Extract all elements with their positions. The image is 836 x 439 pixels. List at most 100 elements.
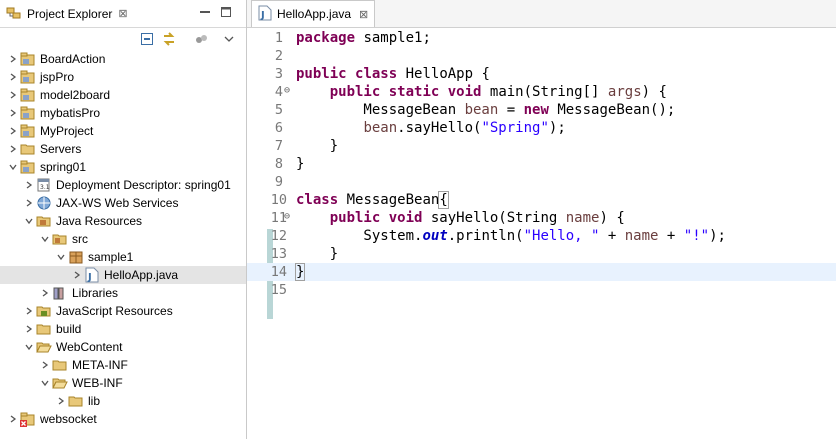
link-with-editor-icon[interactable] (161, 31, 177, 47)
tree-item-model2board[interactable]: model2board (0, 86, 246, 104)
chevron-right-icon[interactable] (8, 410, 18, 428)
chevron-down-icon[interactable] (40, 374, 50, 392)
line-number: 8 (274, 156, 283, 172)
tree-item-label: model2board (40, 88, 111, 102)
chevron-down-icon[interactable] (8, 158, 18, 176)
line-number: 13 (270, 246, 287, 262)
line-number: 5 (274, 102, 283, 118)
tree-item-label: jspPro (40, 70, 75, 84)
chevron-right-icon[interactable] (24, 320, 34, 338)
tree-item-label: Servers (40, 142, 82, 156)
code-text: package sample1; (296, 30, 431, 46)
tree-item-spring01[interactable]: spring01 (0, 158, 246, 176)
libraries-icon (52, 285, 68, 301)
line-number: 9 (274, 174, 283, 190)
code-line: 10 class MessageBean{ (247, 191, 836, 209)
tree-item-label: HelloApp.java (104, 268, 179, 282)
project-explorer-tabbar: Project Explorer ⊠ (0, 0, 246, 28)
chevron-right-icon[interactable] (24, 302, 34, 320)
svg-text:J: J (87, 272, 92, 283)
tree-item-java-resources[interactable]: Java Resources (0, 212, 246, 230)
code-line: 8} (247, 155, 836, 173)
chevron-right-icon[interactable] (8, 68, 18, 86)
tree-item-boardaction[interactable]: BoardAction (0, 50, 246, 68)
line-number: 2 (274, 48, 283, 64)
project-icon (20, 87, 36, 103)
chevron-right-icon[interactable] (8, 50, 18, 68)
tree-item-label: Libraries (72, 286, 119, 300)
tree-item-label: build (56, 322, 82, 336)
tree-item-mybatispro[interactable]: mybatisPro (0, 104, 246, 122)
code-line: 3 public class HelloApp { (247, 65, 836, 83)
maximize-icon[interactable] (220, 6, 232, 18)
line-number: 1 (274, 30, 283, 46)
chevron-right-icon[interactable] (8, 140, 18, 158)
code-text: public class HelloApp { (296, 66, 490, 82)
chevron-down-icon[interactable] (221, 31, 237, 47)
collapse-all-icon[interactable] (139, 31, 155, 47)
folder-open-icon (36, 339, 52, 355)
chevron-right-icon[interactable] (24, 176, 34, 194)
tree-item-deployment-descriptor-spring01[interactable]: 3.1 Deployment Descriptor: spring01 (0, 176, 246, 194)
code-text: } (296, 138, 339, 154)
tree-item-sample1[interactable]: sample1 (0, 248, 246, 266)
tree-item-helloapp-java[interactable]: J HelloApp.java (0, 266, 246, 284)
tree-item-label: Deployment Descriptor: spring01 (56, 178, 231, 192)
folder-icon (36, 321, 52, 337)
tree-item-lib[interactable]: lib (0, 392, 246, 410)
tree-item-web-inf[interactable]: WEB-INF (0, 374, 246, 392)
tree-item-webcontent[interactable]: WebContent (0, 338, 246, 356)
code-editor[interactable]: 1 package sample1; 2 3 public class HelloA… (247, 29, 836, 439)
chevron-right-icon[interactable] (72, 266, 82, 284)
tree-item-label: spring01 (40, 160, 87, 174)
chevron-down-icon[interactable] (24, 338, 34, 356)
tree-item-meta-inf[interactable]: META-INF (0, 356, 246, 374)
view-menu-icon[interactable] (193, 31, 209, 47)
project-icon (20, 51, 36, 67)
code-line: 12 System.out.println("Hello, " + name +… (247, 227, 836, 245)
tab-helloapp-java[interactable]: J HelloApp.java ⊠ (251, 0, 375, 27)
tree-item-label: META-INF (72, 358, 128, 372)
chevron-down-icon[interactable] (56, 248, 66, 266)
tree-item-jsppro[interactable]: jspPro (0, 68, 246, 86)
project-explorer-tab[interactable]: Project Explorer ⊠ (0, 0, 128, 27)
package-icon (68, 249, 84, 265)
tree-item-websocket[interactable]: websocket (0, 410, 246, 428)
fold-collapse-icon[interactable]: ⊖ (284, 211, 290, 222)
chevron-right-icon[interactable] (40, 356, 50, 374)
project-icon (20, 69, 36, 85)
close-icon[interactable]: ⊠ (359, 8, 368, 21)
chevron-right-icon[interactable] (8, 86, 18, 104)
tree-item-build[interactable]: build (0, 320, 246, 338)
tree-item-label: BoardAction (40, 52, 106, 66)
code-line: 1 package sample1; (247, 29, 836, 47)
tree-item-label: sample1 (88, 250, 134, 264)
close-icon[interactable]: ⊠ (118, 7, 127, 20)
tree-item-src[interactable]: src (0, 230, 246, 248)
tree-item-label: mybatisPro (40, 106, 101, 120)
java-resources-icon (36, 213, 52, 229)
code-text: } (296, 156, 305, 172)
chevron-right-icon[interactable] (56, 392, 66, 410)
tree-item-jax-ws-web-services[interactable]: JAX-WS Web Services (0, 194, 246, 212)
chevron-right-icon[interactable] (8, 104, 18, 122)
code-line: 9 (247, 173, 836, 191)
project-icon (20, 123, 36, 139)
editor-area: J HelloApp.java ⊠ 1 package sample1; 2 3p… (247, 0, 836, 439)
tree-item-label: WEB-INF (72, 376, 123, 390)
java-file-icon: J (258, 5, 272, 24)
tree-item-servers[interactable]: Servers (0, 140, 246, 158)
chevron-down-icon[interactable] (40, 230, 50, 248)
tree-item-libraries[interactable]: Libraries (0, 284, 246, 302)
chevron-right-icon[interactable] (24, 194, 34, 212)
chevron-right-icon[interactable] (40, 284, 50, 302)
chevron-down-icon[interactable] (24, 212, 34, 230)
chevron-right-icon[interactable] (8, 122, 18, 140)
minimize-icon[interactable] (199, 6, 211, 18)
webservice-icon (36, 195, 52, 211)
tree-item-myproject[interactable]: MyProject (0, 122, 246, 140)
fold-collapse-icon[interactable]: ⊖ (284, 85, 290, 96)
tree-item-label: WebContent (56, 340, 123, 354)
tree-item-javascript-resources[interactable]: JavaScript Resources (0, 302, 246, 320)
tree-item-label: JAX-WS Web Services (56, 196, 179, 210)
